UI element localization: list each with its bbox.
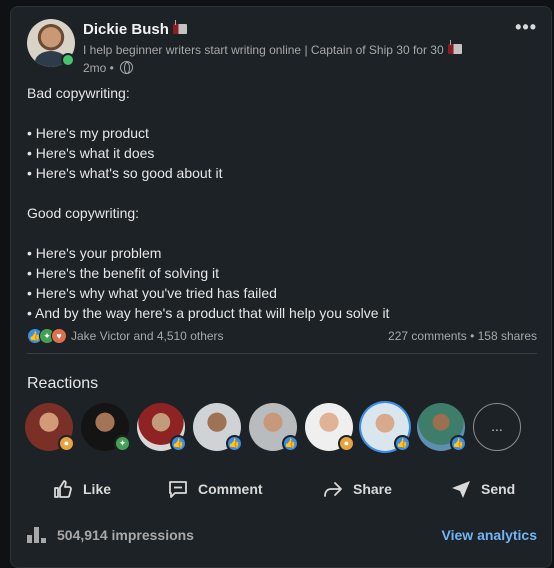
reactions-title: Reactions (27, 375, 99, 392)
reactor-avatar[interactable]: 👍 (249, 403, 299, 452)
send-button[interactable]: Send (449, 469, 515, 509)
author-name-row[interactable]: Dickie Bush (83, 20, 187, 38)
post-body-line (27, 183, 537, 203)
bar-chart-icon (27, 527, 47, 543)
share-button[interactable]: Share (321, 469, 392, 509)
reactor-avatar[interactable]: 👍 (137, 403, 187, 452)
like-reaction-badge: 👍 (170, 435, 187, 452)
online-status-dot (61, 53, 75, 67)
reactor-avatar[interactable]: ✦ (81, 403, 131, 452)
comments-shares-count[interactable]: 227 comments • 158 shares (388, 329, 537, 343)
thumbs-up-icon (54, 480, 72, 498)
post-body-line: Bad copywriting: (27, 85, 130, 101)
post-header: Dickie Bush I help beginner writers star… (27, 19, 537, 75)
view-analytics-link[interactable]: View analytics (442, 527, 537, 543)
post-time: 2mo • (83, 61, 114, 75)
like-reaction-badge: 👍 (450, 435, 467, 452)
comment-button[interactable]: Comment (166, 469, 263, 509)
send-label: Send (481, 481, 516, 497)
globe-icon (120, 61, 134, 74)
send-icon (452, 481, 470, 498)
like-button[interactable]: Like (51, 469, 111, 509)
post-body-line (27, 103, 537, 123)
reactor-avatar[interactable]: 👍 (417, 403, 467, 452)
post-body-line: Good copywriting: (27, 205, 140, 221)
social-counts: 👍 ✦ ♥ Jake Victor and 4,510 others 227 c… (27, 327, 537, 345)
divider (27, 353, 537, 354)
post-body-line: • Here's my product (27, 125, 149, 141)
ship-flag-icon (172, 20, 187, 34)
impressions: 504,914 impressions (27, 527, 194, 543)
reactor-avatar[interactable]: 👍 (193, 403, 243, 452)
reactions-summary[interactable]: Jake Victor and 4,510 others (71, 329, 224, 343)
impressions-count: 504,914 impressions (57, 527, 194, 543)
more-options-icon[interactable]: ••• (515, 17, 537, 38)
like-reaction-badge: 👍 (394, 435, 411, 452)
reactor-avatar[interactable]: ● (305, 403, 355, 452)
post-body-line: • Here's the benefit of solving it (27, 265, 220, 281)
reactor-avatar[interactable]: ● (25, 403, 75, 452)
share-arrow-icon (324, 482, 342, 497)
reactor-avatar[interactable]: 👍 (361, 403, 411, 452)
post-body-line: • Here's what it does (27, 145, 155, 161)
reaction-icons[interactable]: 👍 ✦ ♥ (27, 328, 69, 344)
like-reaction-badge: 👍 (226, 435, 243, 452)
action-bar: Like Comment Share Send (11, 469, 553, 509)
reactors-row: ● ✦ 👍 👍 👍 ● 👍 👍 ... (25, 403, 545, 453)
post-body-line: • And by the way here's a product that w… (27, 305, 390, 321)
impressions-row: 504,914 impressions View analytics (27, 523, 537, 547)
comment-label: Comment (198, 481, 263, 497)
celebrate-reaction-badge: ✦ (114, 435, 131, 452)
like-reaction-badge: 👍 (282, 435, 299, 452)
post-meta: 2mo • (83, 61, 134, 75)
insight-reaction-badge: ● (58, 435, 75, 452)
post-card: Dickie Bush I help beginner writers star… (10, 6, 552, 568)
post-body-line: • Here's your problem (27, 245, 162, 261)
post-body-line: • Here's why what you've tried has faile… (27, 285, 277, 301)
share-label: Share (353, 481, 392, 497)
insight-reaction-badge: ● (338, 435, 355, 452)
post-body-line: • Here's what's so good about it (27, 165, 223, 181)
author-name[interactable]: Dickie Bush (83, 21, 169, 38)
author-headline: I help beginner writers start writing on… (83, 43, 444, 57)
post-body-line (27, 223, 537, 243)
author-headline-row: I help beginner writers start writing on… (83, 40, 462, 57)
ship-flag-icon (447, 40, 462, 54)
post-body: Bad copywriting: • Here's my product • H… (27, 83, 537, 323)
comment-icon (169, 481, 187, 498)
like-label: Like (83, 481, 112, 497)
more-reactors-button[interactable]: ... (473, 403, 521, 451)
love-reaction-icon: ♥ (51, 328, 67, 344)
